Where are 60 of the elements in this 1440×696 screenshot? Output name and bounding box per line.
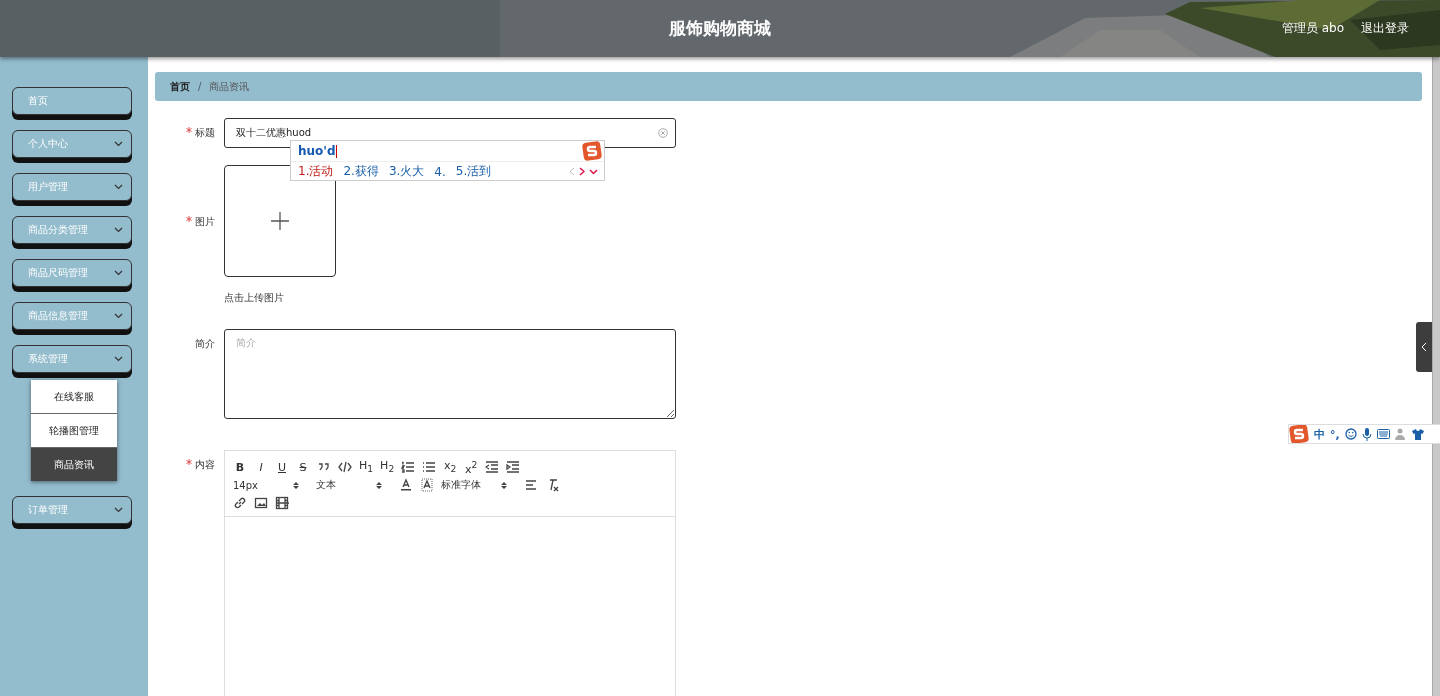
image-icon[interactable] [254, 496, 268, 510]
indent-icon[interactable] [506, 460, 521, 474]
rich-text-editor[interactable]: B I U S H$_{1}$ H$_{2}$ x$_{2}$ x$^{2}$ 14px 文本 标准字体 [224, 450, 676, 696]
format-button[interactable]: H$_{2}$ [380, 459, 395, 475]
submenu-item[interactable]: 商品资讯 [31, 448, 117, 481]
plus-icon [271, 212, 289, 230]
required-icon [186, 216, 192, 222]
field-label: 标题 [186, 127, 215, 138]
sort-caret-icon [293, 480, 299, 490]
format-select[interactable]: 文本 [316, 478, 382, 492]
format-button[interactable]: B [233, 460, 247, 474]
align-icon[interactable] [524, 478, 538, 492]
format-button[interactable]: S [296, 460, 310, 474]
field-label: 内容 [186, 459, 215, 470]
text-color-icon[interactable] [399, 478, 413, 492]
field-label: 图片 [186, 216, 215, 227]
summary-field[interactable]: 简介 [224, 329, 676, 419]
breadcrumb-separator: / [198, 81, 202, 92]
ime-candidate[interactable]: 4. [434, 164, 446, 179]
chevron-down-icon [114, 507, 123, 513]
ime-candidate[interactable]: 3.火大 [388, 163, 425, 180]
required-icon [186, 459, 192, 465]
outdent-icon[interactable] [485, 460, 500, 474]
format-button[interactable]: U [275, 460, 289, 474]
sort-caret-icon [501, 480, 507, 490]
user-name: 管理员 abo [1281, 20, 1344, 37]
ime-candidate[interactable]: 5.活到 [455, 163, 492, 180]
next-icon[interactable] [579, 167, 585, 176]
chevron-down-icon [114, 227, 123, 233]
breadcrumb-item[interactable]: 首页 [170, 79, 190, 94]
field-label: 简介 [195, 338, 215, 349]
ime-candidate[interactable]: 2.获得 [343, 163, 379, 180]
submenu-item[interactable]: 在线客服 [31, 380, 117, 414]
upload-hint: 点击上传图片 [224, 292, 284, 303]
film-icon[interactable] [275, 496, 289, 510]
required-icon [186, 127, 192, 133]
chevron-left-icon[interactable] [1421, 342, 1427, 352]
breadcrumb-item: 商品资讯 [209, 79, 250, 94]
chevron-down-icon [114, 313, 123, 319]
format-button[interactable]: H$_{1}$ [359, 459, 374, 475]
highlight-icon[interactable] [420, 478, 434, 492]
link-icon[interactable] [233, 496, 247, 510]
format-button[interactable]: x$^{2}$ [464, 458, 479, 476]
format-select[interactable]: 14px [233, 479, 299, 491]
bullet-list-icon[interactable] [422, 460, 437, 474]
chevron-down-icon [114, 141, 123, 147]
format-button[interactable]: x$_{2}$ [443, 459, 458, 475]
ime-candidate[interactable]: 1.活动 [298, 163, 334, 180]
chevron-down-icon [114, 356, 123, 362]
chevron-down-icon [114, 184, 123, 190]
submenu-item[interactable]: 轮播图管理 [31, 414, 117, 448]
sort-caret-icon [376, 480, 382, 490]
numbered-list-icon[interactable] [401, 460, 416, 474]
expand-icon[interactable] [589, 167, 598, 176]
format-select[interactable]: 标准字体 [441, 478, 507, 492]
code-icon[interactable] [338, 460, 352, 474]
chevron-down-icon [114, 270, 123, 276]
format-button[interactable]: I [254, 460, 268, 474]
scrollbar[interactable] [1432, 57, 1440, 696]
site-title: 服饰购物商城 [668, 17, 772, 40]
